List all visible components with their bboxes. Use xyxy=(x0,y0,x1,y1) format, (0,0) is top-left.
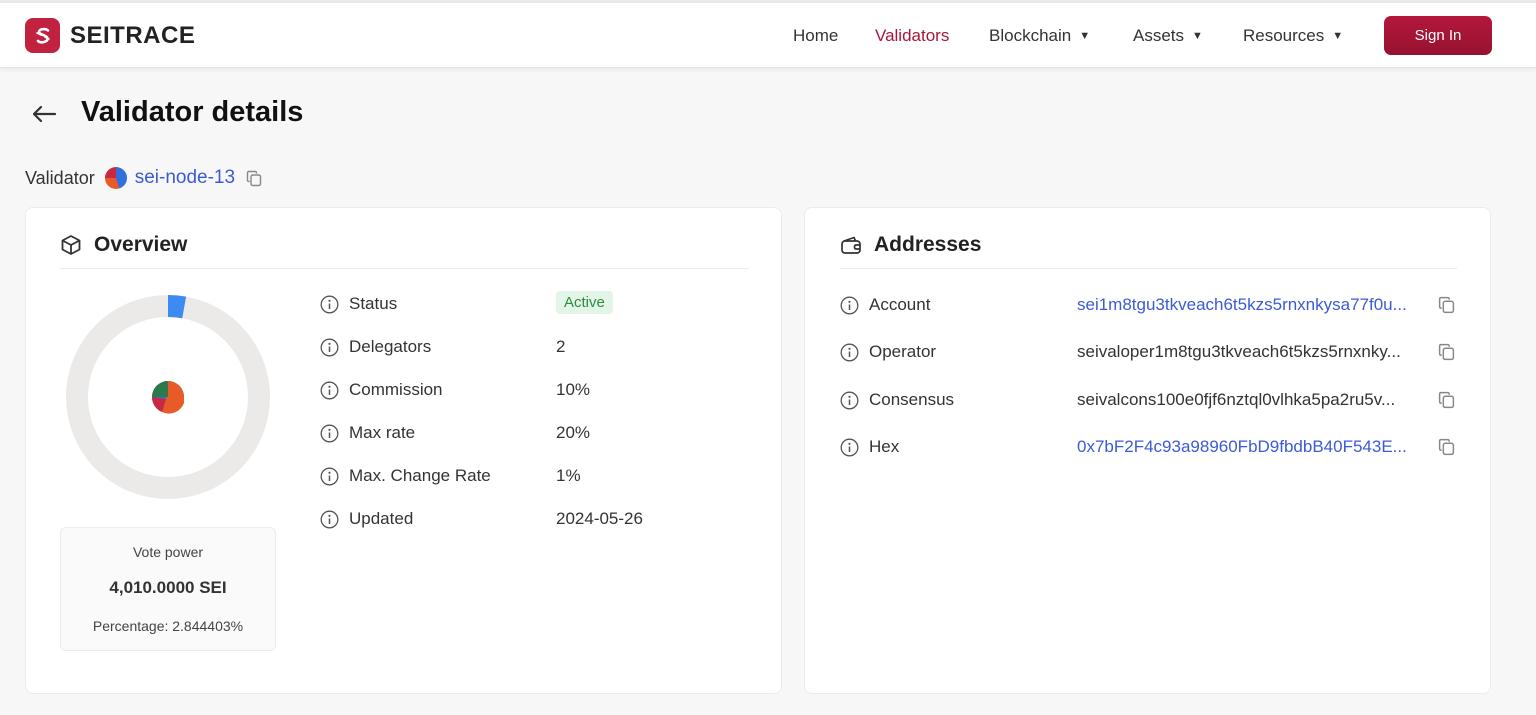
info-icon[interactable] xyxy=(320,338,339,357)
address-row-hex: Hex xyxy=(840,435,899,459)
address-row-account: Account xyxy=(840,293,930,317)
overview-header: Overview xyxy=(60,232,187,258)
vote-power-value: 4,010.0000 SEI xyxy=(109,578,227,597)
overview-label: Max rate xyxy=(349,423,416,442)
overview-row-delegators: Delegators xyxy=(320,335,431,359)
copy-icon[interactable] xyxy=(245,169,263,187)
caret-down-icon: ▼ xyxy=(1192,29,1203,42)
validator-avatar xyxy=(104,167,127,189)
updated-value: 2024-05-26 xyxy=(556,509,643,528)
top-nav-bar: SEITRACE Home Validators Blockchain ▼ As… xyxy=(0,3,1536,68)
copy-icon[interactable] xyxy=(1436,295,1456,315)
operator-address: seivaloper1m8tgu3tkveach6t5kzs5rnxnky... xyxy=(1077,342,1401,361)
copy-icon[interactable] xyxy=(1436,390,1456,410)
address-label: Operator xyxy=(869,342,937,361)
nav-validators-label: Validators xyxy=(875,25,950,45)
addresses-title: Addresses xyxy=(874,233,982,256)
overview-title: Overview xyxy=(94,233,188,256)
donut-share-arc xyxy=(167,295,187,319)
overview-card: Overview Vote power 4,010.0000 SEI Perce… xyxy=(25,207,782,694)
validator-row: Validator sei-node-13 xyxy=(25,166,263,190)
info-icon[interactable] xyxy=(320,510,339,529)
divider xyxy=(840,268,1457,269)
copy-icon[interactable] xyxy=(1436,342,1456,362)
overview-label: Delegators xyxy=(349,337,432,356)
wallet-icon xyxy=(840,234,862,256)
consensus-address: seivalcons100e0fjf6nztql0vlhka5pa2ru5v..… xyxy=(1077,390,1396,409)
overview-row-max-change-rate: Max. Change Rate xyxy=(320,464,491,488)
nav-assets[interactable]: Assets ▼ xyxy=(1133,3,1203,68)
commission-value: 10% xyxy=(556,380,591,399)
validator-avatar-center xyxy=(151,381,184,414)
overview-row-commission: Commission xyxy=(320,378,443,402)
caret-down-icon: ▼ xyxy=(1332,29,1344,42)
delegators-value: 2 xyxy=(556,337,566,356)
address-label: Consensus xyxy=(869,390,955,409)
info-icon[interactable] xyxy=(320,295,339,314)
nav-validators[interactable]: Validators xyxy=(875,3,949,68)
info-icon[interactable] xyxy=(320,467,339,486)
nav-resources[interactable]: Resources ▼ xyxy=(1243,3,1343,68)
vote-power-label: Vote power xyxy=(132,544,204,560)
hex-address-link[interactable]: 0x7bF2F4c93a98960FbD9fbdbB40F543E... xyxy=(1077,437,1429,457)
vote-power-percentage: Percentage: 2.844403% xyxy=(92,618,244,634)
nav-resources-label: Resources xyxy=(1243,25,1325,45)
info-icon[interactable] xyxy=(840,391,859,410)
nav-home[interactable]: Home xyxy=(793,3,838,68)
max-change-rate-value: 1% xyxy=(556,466,581,485)
page-title: Validator details xyxy=(81,96,304,128)
brand-name: SEITRACE xyxy=(70,21,196,49)
overview-row-max-rate: Max rate xyxy=(320,421,415,445)
address-row-operator: Operator xyxy=(840,340,936,364)
address-label: Account xyxy=(869,295,931,314)
addresses-header: Addresses xyxy=(840,232,981,258)
overview-label: Status xyxy=(349,294,398,313)
vote-power-box: Vote power 4,010.0000 SEI Percentage: 2.… xyxy=(60,527,276,651)
overview-label: Max. Change Rate xyxy=(349,466,491,485)
status-badge: Active xyxy=(556,291,613,314)
overview-row-updated: Updated xyxy=(320,507,413,531)
divider xyxy=(60,268,749,269)
address-label: Hex xyxy=(869,437,900,456)
validator-label: Validator xyxy=(25,167,95,188)
info-icon[interactable] xyxy=(840,438,859,457)
vote-power-donut xyxy=(66,295,270,499)
addresses-card: Addresses Account sei1m8tgu3tkveach6t5kz… xyxy=(804,207,1491,694)
caret-down-icon: ▼ xyxy=(1079,29,1091,42)
account-address-link[interactable]: sei1m8tgu3tkveach6t5kzs5rnxnkysa77f0u... xyxy=(1077,295,1429,315)
overview-label: Updated xyxy=(349,509,414,528)
nav-blockchain[interactable]: Blockchain ▼ xyxy=(989,3,1090,68)
back-arrow-icon[interactable] xyxy=(30,100,58,128)
nav-home-label: Home xyxy=(793,25,839,45)
info-icon[interactable] xyxy=(840,343,859,362)
brand[interactable]: SEITRACE xyxy=(25,18,195,53)
address-row-consensus: Consensus xyxy=(840,388,954,412)
copy-icon[interactable] xyxy=(1436,437,1456,457)
info-icon[interactable] xyxy=(840,296,859,315)
cube-icon xyxy=(60,234,82,256)
info-icon[interactable] xyxy=(320,381,339,400)
sign-in-button[interactable]: Sign In xyxy=(1384,16,1492,55)
info-icon[interactable] xyxy=(320,424,339,443)
seitrace-logo-icon xyxy=(25,18,60,53)
validator-name-link[interactable]: sei-node-13 xyxy=(135,167,235,189)
nav-assets-label: Assets xyxy=(1133,25,1185,45)
overview-row-status: Status xyxy=(320,292,397,316)
overview-label: Commission xyxy=(349,380,443,399)
nav-blockchain-label: Blockchain xyxy=(989,25,1072,45)
max-rate-value: 20% xyxy=(556,423,591,442)
